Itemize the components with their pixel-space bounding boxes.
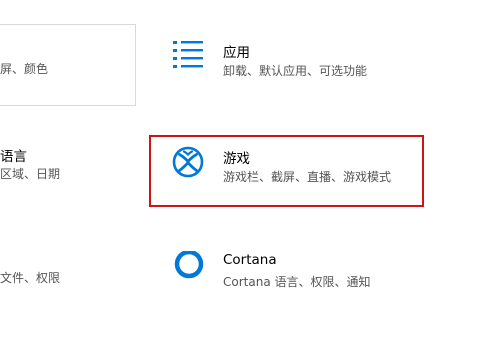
tile-apps[interactable]: 应用 卸载、默认应用、可选功能 bbox=[172, 40, 432, 84]
tile-time-language-subtitle: 区域、日期 bbox=[0, 167, 61, 181]
tile-time-language-title: 语言 bbox=[0, 149, 27, 165]
tile-cortana[interactable]: Cortana Cortana 语言、权限、通知 bbox=[172, 249, 432, 295]
tile-gaming-subtitle: 游戏栏、截屏、直播、游戏模式 bbox=[223, 170, 392, 184]
tile-cortana-subtitle: Cortana 语言、权限、通知 bbox=[223, 275, 371, 289]
cortana-icon bbox=[172, 249, 206, 285]
xbox-icon bbox=[172, 146, 206, 180]
tile-apps-title: 应用 bbox=[223, 45, 250, 61]
tile-gaming-title: 游戏 bbox=[223, 151, 250, 167]
tile-apps-subtitle: 卸载、默认应用、可选功能 bbox=[223, 64, 368, 78]
tile-gaming[interactable]: 游戏 游戏栏、截屏、直播、游戏模式 bbox=[172, 146, 432, 190]
apps-list-icon bbox=[172, 40, 206, 74]
tile-cortana-title: Cortana bbox=[223, 252, 277, 268]
tile-search-subtitle: 文件、权限 bbox=[0, 271, 61, 285]
tile-personalization-subtitle: 屏、颜色 bbox=[0, 62, 49, 76]
